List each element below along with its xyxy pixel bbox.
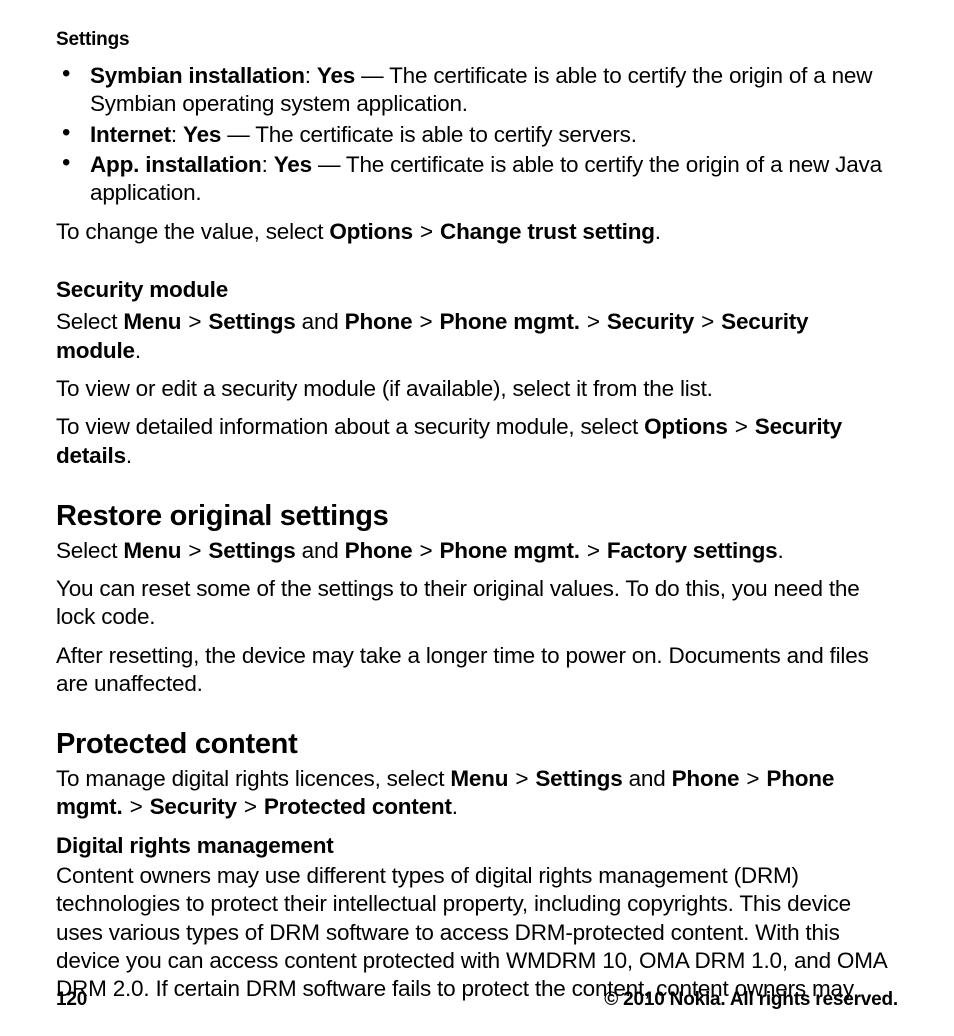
security-module-heading: Security module xyxy=(56,276,898,304)
chevron-right-icon: > xyxy=(187,309,202,334)
nav-options: Options xyxy=(329,219,413,244)
chevron-right-icon: > xyxy=(418,309,433,334)
chevron-right-icon: > xyxy=(514,766,529,791)
trust-change-paragraph: To change the value, select Options > Ch… xyxy=(56,218,898,246)
page-header: Settings xyxy=(56,28,898,52)
list-item: Internet: Yes — The certificate is able … xyxy=(86,121,898,149)
item-label: App. installation xyxy=(90,152,262,177)
list-item: App. installation: Yes — The certificate… xyxy=(86,151,898,208)
drm-heading: Digital rights management xyxy=(56,832,898,860)
document-page: Settings Symbian installation: Yes — The… xyxy=(0,0,954,1036)
chevron-right-icon: > xyxy=(129,794,144,819)
restore-body-1: You can reset some of the settings to th… xyxy=(56,575,898,632)
restore-body-2: After resetting, the device may take a l… xyxy=(56,642,898,699)
item-label: Internet xyxy=(90,122,171,147)
chevron-right-icon: > xyxy=(418,538,433,563)
chevron-right-icon: > xyxy=(586,538,601,563)
restore-navigation: Select Menu > Settings and Phone > Phone… xyxy=(56,537,898,565)
page-number: 120 xyxy=(56,988,87,1012)
security-module-details: To view detailed information about a sec… xyxy=(56,413,898,470)
chevron-right-icon: > xyxy=(243,794,258,819)
protected-content-heading: Protected content xyxy=(56,726,898,763)
restore-heading: Restore original settings xyxy=(56,498,898,535)
drm-body: Content owners may use different types o… xyxy=(56,862,898,1004)
security-module-navigation: Select Menu > Settings and Phone > Phone… xyxy=(56,308,898,365)
trust-settings-list: Symbian installation: Yes — The certific… xyxy=(56,62,898,208)
chevron-right-icon: > xyxy=(700,309,715,334)
chevron-right-icon: > xyxy=(745,766,760,791)
page-footer: 120 © 2010 Nokia. All rights reserved. xyxy=(56,988,898,1012)
security-module-view: To view or edit a security module (if av… xyxy=(56,375,898,403)
protected-content-navigation: To manage digital rights licences, selec… xyxy=(56,765,898,822)
chevron-right-icon: > xyxy=(586,309,601,334)
item-value: Yes xyxy=(274,152,312,177)
item-value: Yes xyxy=(183,122,221,147)
item-desc: — The certificate is able to certify ser… xyxy=(221,122,637,147)
copyright: © 2010 Nokia. All rights reserved. xyxy=(604,988,898,1012)
item-value: Yes xyxy=(317,63,355,88)
list-item: Symbian installation: Yes — The certific… xyxy=(86,62,898,119)
chevron-right-icon: > xyxy=(419,219,434,244)
nav-change-trust: Change trust setting xyxy=(440,219,655,244)
item-label: Symbian installation xyxy=(90,63,305,88)
chevron-right-icon: > xyxy=(187,538,202,563)
chevron-right-icon: > xyxy=(734,414,749,439)
